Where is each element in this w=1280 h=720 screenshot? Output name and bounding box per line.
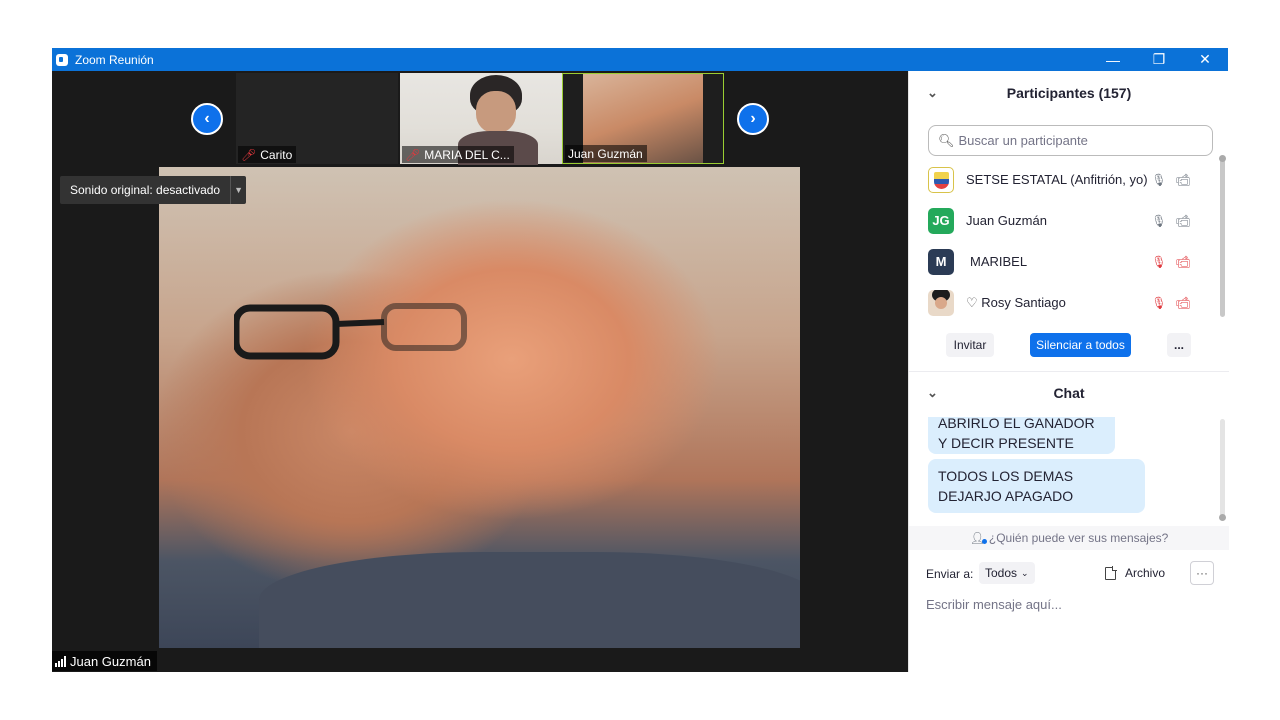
minimize-button[interactable]: — bbox=[1090, 48, 1136, 71]
side-panel: ⌄ Participantes (157) 🔍︎ Buscar un parti… bbox=[908, 71, 1229, 672]
speaker-name: Juan Guzmán bbox=[70, 653, 151, 669]
file-button[interactable]: Archivo bbox=[1105, 562, 1165, 584]
who-can-see-messages[interactable]: 👤︎ ¿Quién puede ver sus mensajes? bbox=[909, 526, 1229, 550]
who-can-see-label: ¿Quién puede ver sus mensajes? bbox=[988, 531, 1169, 545]
prev-page-button[interactable]: ‹ bbox=[191, 103, 223, 135]
participant-search[interactable]: 🔍︎ Buscar un participante bbox=[928, 125, 1213, 156]
more-options-button[interactable]: ... bbox=[1167, 333, 1191, 357]
close-button[interactable]: ✕ bbox=[1182, 48, 1228, 71]
chat-message-input[interactable] bbox=[926, 592, 1216, 616]
search-placeholder: Buscar un participante bbox=[958, 133, 1088, 148]
chevron-down-icon[interactable]: ⌄ bbox=[927, 385, 938, 401]
participant-row[interactable]: JG Juan Guzmán 🎙︎ 📹︎ bbox=[909, 200, 1219, 241]
mic-muted-icon[interactable]: 🎙︎ bbox=[1151, 295, 1167, 311]
avatar bbox=[928, 166, 954, 193]
chat-message: TODOS LOS DEMAS DEJARJO APAGADO bbox=[928, 459, 1145, 513]
video-camera-icon[interactable]: 📹︎ bbox=[1175, 213, 1191, 229]
zoom-window: Zoom Reunión — ❐ ✕ ‹ 🎤︎ Carito 🎤︎ MARIA … bbox=[52, 48, 1229, 672]
thumbnail-juan[interactable]: Juan Guzmán bbox=[562, 73, 724, 164]
chat-message: ABRIRLO EL GANADOR Y DECIR PRESENTE bbox=[928, 417, 1115, 454]
thumbnail-name: Carito bbox=[260, 148, 293, 162]
video-camera-icon[interactable]: 📹︎ bbox=[1175, 172, 1191, 188]
mic-icon[interactable]: 🎙︎ bbox=[1151, 172, 1167, 188]
thumbnail-label: 🎤︎ MARIA DEL C... bbox=[402, 146, 514, 163]
chat-scrollbar[interactable] bbox=[1219, 419, 1226, 521]
chat-header: ⌄ Chat bbox=[909, 371, 1229, 415]
participant-name: ♡ Rosy Santiago bbox=[966, 294, 1066, 310]
window-controls: — ❐ ✕ bbox=[1090, 48, 1228, 71]
thumbnail-name: MARIA DEL C... bbox=[424, 148, 510, 162]
original-sound-label: Sonido original: desactivado bbox=[70, 183, 221, 197]
caret-down-icon[interactable]: ▼ bbox=[230, 176, 246, 204]
restore-button[interactable]: ❐ bbox=[1136, 48, 1182, 71]
raise-hand-icon: ♡ bbox=[966, 294, 982, 310]
file-icon bbox=[1105, 565, 1117, 580]
participant-name: SETSE ESTATAL (Anfitrión, yo) bbox=[966, 172, 1148, 187]
participant-name: MARIBEL bbox=[970, 254, 1028, 269]
active-speaker-video bbox=[159, 167, 800, 648]
send-to-label: Enviar a: bbox=[926, 567, 974, 581]
speaker-shirt bbox=[259, 552, 800, 648]
file-label: Archivo bbox=[1125, 566, 1166, 580]
search-icon: 🔍︎ bbox=[938, 132, 955, 148]
chat-messages: ABRIRLO EL GANADOR Y DECIR PRESENTE TODO… bbox=[909, 417, 1219, 525]
window-title: Zoom Reunión bbox=[75, 52, 154, 67]
avatar: JG bbox=[928, 207, 954, 234]
participants-scrollbar[interactable] bbox=[1219, 155, 1226, 317]
mic-muted-icon: 🎤︎ bbox=[241, 148, 257, 162]
chat-title: Chat bbox=[1053, 385, 1085, 401]
video-off-icon[interactable]: 📹︎ bbox=[1175, 254, 1191, 270]
original-sound-toggle[interactable]: Sonido original: desactivado ▼ bbox=[60, 176, 247, 204]
participant-actions: Invitar Silenciar a todos ... bbox=[909, 333, 1229, 357]
speaker-glasses bbox=[234, 303, 467, 360]
chat-more-button[interactable]: ··· bbox=[1190, 561, 1214, 585]
user-icon: 👤︎ bbox=[969, 531, 988, 545]
video-off-icon[interactable]: 📹︎ bbox=[1175, 295, 1191, 311]
participant-row[interactable]: M MARIBEL 🎙︎ 📹︎ bbox=[909, 241, 1219, 282]
participant-face bbox=[476, 91, 516, 133]
mic-muted-icon: 🎤︎ bbox=[405, 148, 421, 162]
title-bar: Zoom Reunión — ❐ ✕ bbox=[52, 48, 1228, 71]
participant-name: Juan Guzmán bbox=[966, 213, 1047, 228]
video-area: ‹ 🎤︎ Carito 🎤︎ MARIA DEL C... Juan Guzmá… bbox=[52, 71, 908, 672]
participant-list: SETSE ESTATAL (Anfitrión, yo) 🎙︎ 📹︎ JG J… bbox=[909, 159, 1219, 323]
chevron-left-icon: ‹ bbox=[204, 110, 210, 127]
avatar: M bbox=[928, 248, 954, 275]
thumbnail-label: 🎤︎ Carito bbox=[238, 146, 297, 163]
thumbnail-carito[interactable]: 🎤︎ Carito bbox=[236, 73, 398, 164]
participant-row[interactable]: ♡ Rosy Santiago 🎙︎ 📹︎ bbox=[909, 282, 1219, 323]
participants-header: ⌄ Participantes (157) bbox=[909, 71, 1229, 115]
chevron-down-icon: ⌄ bbox=[1021, 567, 1029, 578]
speaker-name-tag: Juan Guzmán bbox=[52, 651, 157, 671]
next-page-button[interactable]: › bbox=[737, 103, 769, 135]
mic-icon[interactable]: 🎙︎ bbox=[1151, 213, 1167, 229]
signal-strength-icon bbox=[55, 655, 66, 667]
thumbnail-name: Juan Guzmán bbox=[568, 147, 643, 161]
invite-button[interactable]: Invitar bbox=[946, 333, 994, 357]
chevron-right-icon: › bbox=[750, 110, 756, 127]
mute-all-button[interactable]: Silenciar a todos bbox=[1030, 333, 1131, 357]
chevron-down-icon[interactable]: ⌄ bbox=[927, 85, 938, 101]
avatar bbox=[928, 289, 954, 316]
send-to-value: Todos bbox=[985, 566, 1018, 580]
participant-row[interactable]: SETSE ESTATAL (Anfitrión, yo) 🎙︎ 📹︎ bbox=[909, 159, 1219, 200]
send-to-row: Enviar a: Todos ⌄ Archivo ··· bbox=[909, 560, 1229, 586]
send-to-select[interactable]: Todos ⌄ bbox=[979, 562, 1035, 584]
thumbnail-maria[interactable]: 🎤︎ MARIA DEL C... bbox=[400, 73, 562, 165]
participants-title: Participantes (157) bbox=[1006, 85, 1132, 101]
thumbnail-label: Juan Guzmán bbox=[565, 145, 647, 162]
mic-muted-icon[interactable]: 🎙︎ bbox=[1151, 254, 1167, 270]
zoom-app-icon bbox=[56, 53, 68, 66]
